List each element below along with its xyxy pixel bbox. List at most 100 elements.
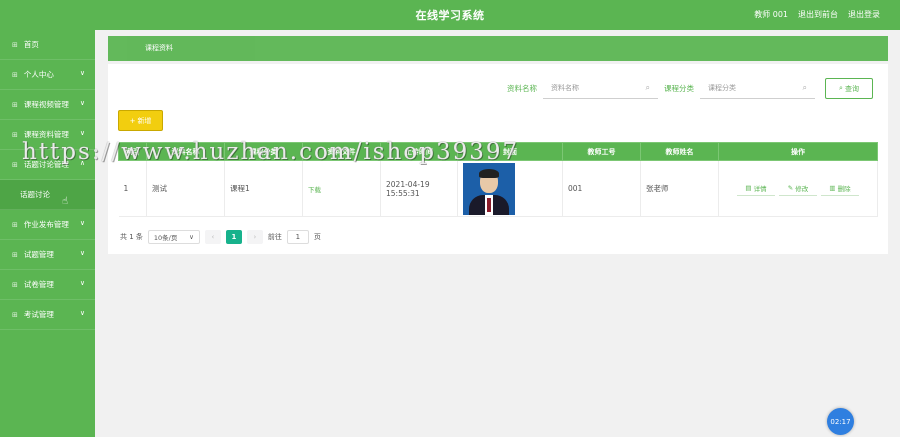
sidebar-item-label: 试卷管理	[23, 280, 54, 289]
add-button[interactable]: + 新增	[118, 110, 163, 131]
chevron-down-icon: ∨	[189, 233, 194, 241]
sidebar-item-video[interactable]: ⊞ 课程视频管理 ∨	[0, 90, 95, 120]
sidebar-item-profile[interactable]: ⊞ 个人中心 ∨	[0, 60, 95, 90]
chevron-down-icon: ∨	[79, 309, 85, 317]
sidebar-item-discussion[interactable]: ⊞ 话题讨论管理 ∧	[0, 150, 95, 180]
search-icon: ⌕	[839, 84, 843, 92]
trash-icon: ▥	[829, 184, 836, 192]
cell-teacher-name: 张老师	[640, 160, 719, 217]
breadcrumb: 课程资料	[108, 36, 888, 61]
cell-name: 测试	[146, 160, 225, 217]
delete-button[interactable]: ▥ 删除	[821, 182, 859, 196]
search-bar: 资料名称 资料名称 ⌕ 课程分类 课程分类 ⌕ ⌕ 查询	[507, 78, 873, 99]
sidebar-item-exams[interactable]: ⊞ 考试管理 ∨	[0, 300, 95, 330]
goto-label: 前往	[267, 233, 282, 241]
back-to-frontend-link[interactable]: 退出到前台	[798, 9, 838, 20]
chevron-down-icon: ∨	[79, 99, 85, 107]
goto-page-input[interactable]: 1	[286, 230, 309, 244]
folder-icon: ⊞	[12, 130, 18, 139]
sidebar-item-label: 课程资料管理	[23, 130, 69, 139]
course-category-placeholder: 课程分类	[708, 84, 736, 92]
course-category-label: 课程分类	[664, 84, 694, 93]
download-link[interactable]: 下载	[302, 160, 381, 217]
hand-cursor-icon: ☝	[62, 196, 69, 207]
home-icon: ⊞	[12, 40, 18, 49]
question-icon: ⊞	[12, 250, 18, 259]
sidebar-subitem-discussion[interactable]: 话题讨论 ☝	[0, 180, 95, 210]
header-actions: 教师 001 退出到前台 退出登录	[754, 9, 880, 20]
th-file: 资料文件	[302, 142, 381, 161]
material-name-placeholder: 资料名称	[551, 84, 579, 92]
sidebar-item-label: 课程视频管理	[23, 100, 69, 109]
materials-table: 索引 资料名称 课程分类 资料文件 上传时间 封面 教师工号 教师姓名 操作 1…	[118, 142, 878, 217]
edit-label: 修改	[795, 185, 809, 193]
chevron-up-icon: ∧	[79, 159, 85, 167]
logout-link[interactable]: 退出登录	[848, 9, 880, 20]
page-size-value: 10条/页	[153, 234, 178, 242]
user-name[interactable]: 教师 001	[754, 9, 788, 20]
sidebar-item-label: 首页	[23, 40, 39, 49]
search-icon: ⌕	[645, 83, 650, 92]
exam-icon: ⊞	[12, 310, 18, 319]
page-size-select[interactable]: 10条/页 ∨	[147, 230, 200, 244]
homework-icon: ⊞	[12, 220, 18, 229]
prev-page-button[interactable]: ‹	[204, 230, 221, 244]
sidebar-item-label: 话题讨论管理	[23, 160, 69, 169]
sidebar: ⊞ 首页 ⊞ 个人中心 ∨ ⊞ 课程视频管理 ∨ ⊞ 课程资料管理 ∨ ⊞ 话题…	[0, 30, 95, 437]
th-cover: 封面	[457, 142, 563, 161]
th-category: 课程分类	[224, 142, 303, 161]
video-icon: ⊞	[12, 100, 18, 109]
search-icon: ⌕	[802, 83, 807, 92]
sidebar-item-label: 作业发布管理	[23, 220, 69, 229]
edit-button[interactable]: ✎ 修改	[779, 182, 817, 196]
material-name-input[interactable]: 资料名称 ⌕	[543, 79, 658, 99]
plus-icon: +	[129, 116, 136, 125]
cell-teacher-id: 001	[562, 160, 641, 217]
cell-index: 1	[118, 160, 147, 217]
th-actions: 操作	[718, 142, 878, 161]
paper-icon: ⊞	[12, 280, 18, 289]
sidebar-item-label: 试题管理	[23, 250, 54, 259]
sidebar-item-papers[interactable]: ⊞ 试卷管理 ∨	[0, 270, 95, 300]
total-count: 共 1 条	[120, 233, 143, 241]
sidebar-item-questions[interactable]: ⊞ 试题管理 ∨	[0, 240, 95, 270]
table-header-row: 索引 资料名称 课程分类 资料文件 上传时间 封面 教师工号 教师姓名 操作	[118, 142, 878, 161]
material-name-label: 资料名称	[507, 84, 537, 93]
detail-button[interactable]: ▤ 详情	[737, 182, 775, 196]
th-time: 上传时间	[380, 142, 458, 161]
sidebar-item-materials[interactable]: ⊞ 课程资料管理 ∨	[0, 120, 95, 150]
chevron-down-icon: ∨	[79, 69, 85, 77]
sidebar-item-label: 考试管理	[23, 310, 54, 319]
query-button[interactable]: ⌕ 查询	[825, 78, 873, 99]
pencil-icon: ✎	[787, 184, 794, 192]
cell-category: 课程1	[224, 160, 303, 217]
chevron-down-icon: ∨	[79, 129, 85, 137]
next-page-button[interactable]: ›	[246, 230, 263, 244]
sidebar-item-home[interactable]: ⊞ 首页	[0, 30, 95, 60]
page-1-button[interactable]: 1	[225, 230, 242, 244]
th-teacher-name: 教师姓名	[640, 142, 719, 161]
course-category-input[interactable]: 课程分类 ⌕	[700, 79, 815, 99]
sidebar-item-homework[interactable]: ⊞ 作业发布管理 ∨	[0, 210, 95, 240]
chat-icon: ⊞	[12, 160, 18, 169]
add-button-label: 新增	[137, 116, 152, 125]
query-button-label: 查询	[844, 84, 859, 93]
table-row: 1 测试 课程1 下载 2021-04-19 15:55:31 001 张老师	[118, 160, 878, 217]
chevron-down-icon: ∨	[79, 219, 85, 227]
cover-image	[463, 162, 515, 215]
user-icon: ⊞	[12, 70, 18, 79]
sidebar-item-label: 个人中心	[23, 70, 54, 79]
cell-actions: ▤ 详情 ✎ 修改 ▥ 删除	[718, 160, 878, 217]
chevron-down-icon: ∨	[79, 249, 85, 257]
sidebar-item-label: 话题讨论	[20, 190, 50, 199]
floating-timer[interactable]: 02:17	[827, 408, 854, 435]
chevron-down-icon: ∨	[79, 279, 85, 287]
cell-time: 2021-04-19 15:55:31	[380, 160, 458, 217]
cell-cover	[457, 160, 563, 217]
pagination: 共 1 条 10条/页 ∨ ‹ 1 › 前往 1 页	[120, 230, 321, 244]
top-bar: 在线学习系统 教师 001 退出到前台 退出登录	[0, 0, 900, 30]
main-panel: 资料名称 资料名称 ⌕ 课程分类 课程分类 ⌕ ⌕ 查询 + 新增 索引 资料名…	[108, 64, 888, 254]
document-icon: ▤	[745, 184, 752, 192]
th-name: 资料名称	[146, 142, 225, 161]
th-teacher-id: 教师工号	[562, 142, 641, 161]
